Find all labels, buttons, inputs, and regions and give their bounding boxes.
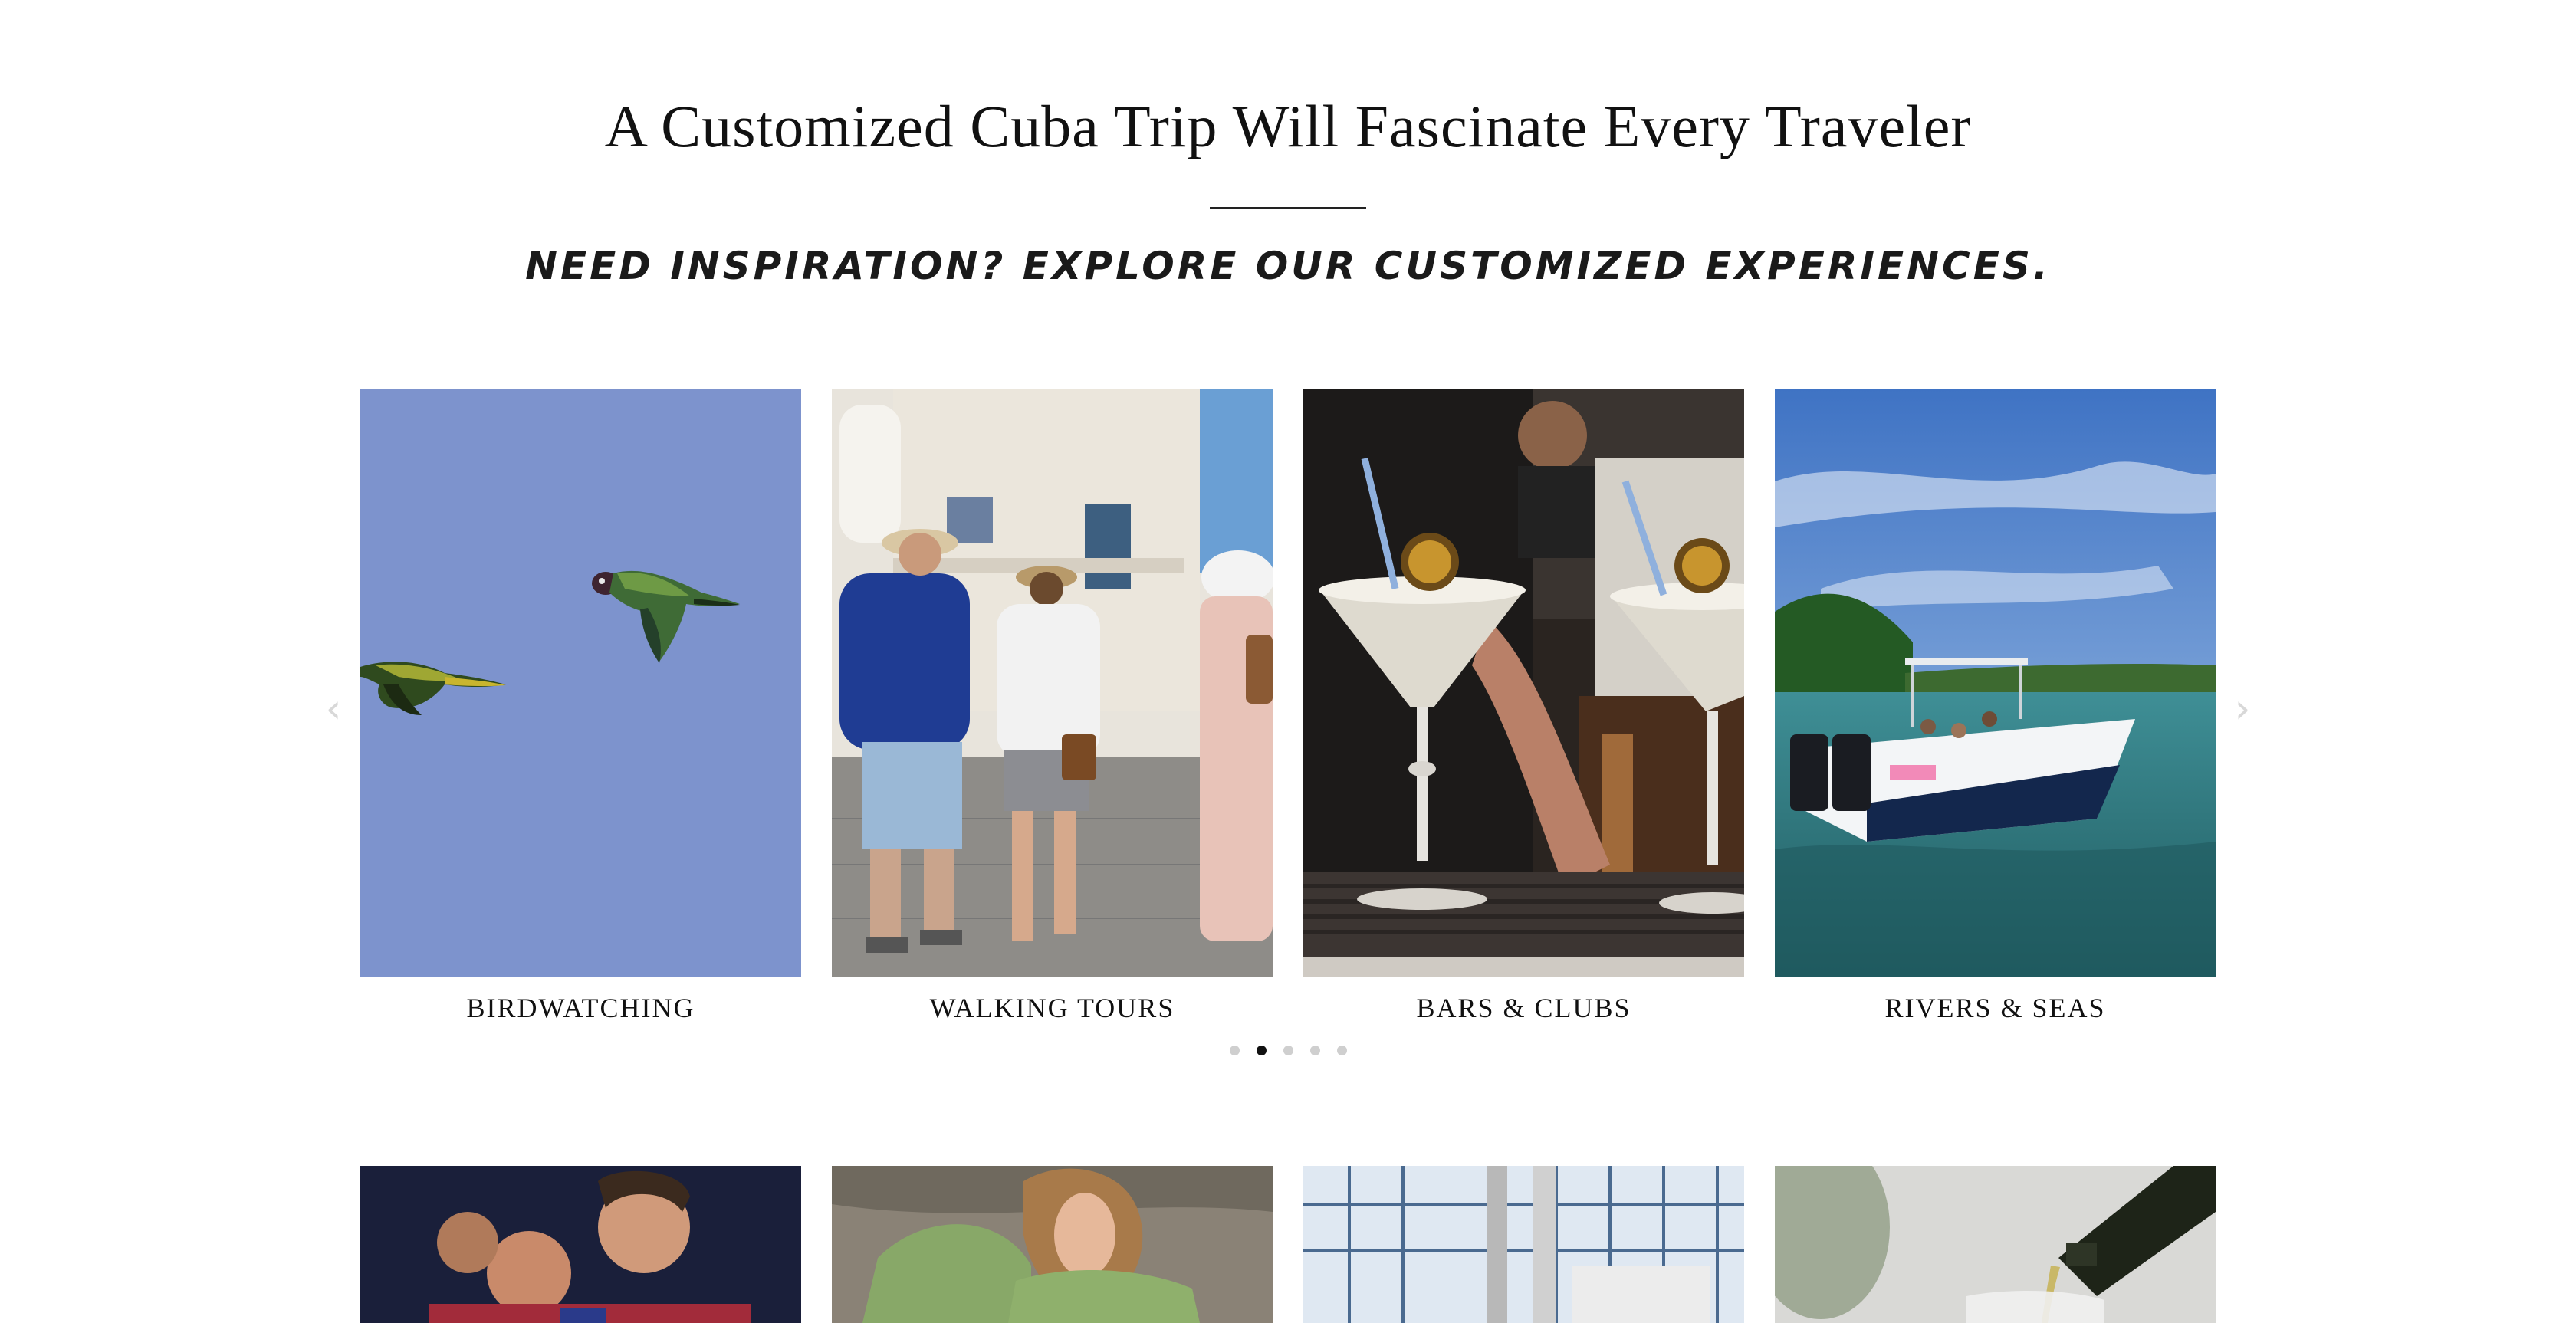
soccer-image[interactable] [360,1166,801,1323]
pagination-dot-5[interactable] [1336,1046,1347,1055]
chevron-right-icon[interactable]: › [2227,686,2258,732]
carousel-card-birdwatching[interactable]: BIRDWATCHING [360,389,801,1024]
pagination-dot-4[interactable] [1309,1046,1320,1055]
title-divider [1210,207,1366,209]
bars-clubs-image[interactable] [1303,389,1744,977]
carousel-card-label[interactable]: RIVERS & SEAS [1775,992,2216,1024]
pagination-dot-1[interactable] [1229,1046,1240,1055]
carousel-card-label[interactable]: WALKING TOURS [832,992,1273,1024]
birdwatching-image[interactable] [360,389,801,977]
carousel-card-walking-tours[interactable]: WALKING TOURS [832,389,1273,1024]
carousel-card-bars-clubs[interactable]: BARS & CLUBS [1303,389,1744,1024]
pagination-dot-2[interactable] [1256,1046,1267,1055]
woman-green-image[interactable] [832,1166,1273,1323]
walking-tours-image[interactable] [832,389,1273,977]
next-experiences-row [360,1166,2216,1323]
page: A Customized Cuba Trip Will Fascinate Ev… [0,0,2576,1323]
carousel-card-label[interactable]: BARS & CLUBS [1303,992,1744,1024]
section-subtitle: NEED INSPIRATION? EXPLORE OUR CUSTOMIZED… [525,244,2051,288]
interior-image[interactable] [1303,1166,1744,1323]
section-title: A Customized Cuba Trip Will Fascinate Ev… [604,93,1972,159]
experiences-carousel: BIRDWATCHING WALKING TOURS BARS & CLUBS … [360,389,2216,1049]
chevron-left-icon[interactable]: ‹ [318,686,349,732]
carousel-card-rivers-seas[interactable]: RIVERS & SEAS [1775,389,2216,1024]
wine-pouring-image[interactable] [1775,1166,2216,1323]
carousel-pagination [0,1046,2576,1055]
pagination-dot-3[interactable] [1283,1046,1293,1055]
rivers-seas-image[interactable] [1775,389,2216,977]
carousel-card-label[interactable]: BIRDWATCHING [360,992,801,1024]
